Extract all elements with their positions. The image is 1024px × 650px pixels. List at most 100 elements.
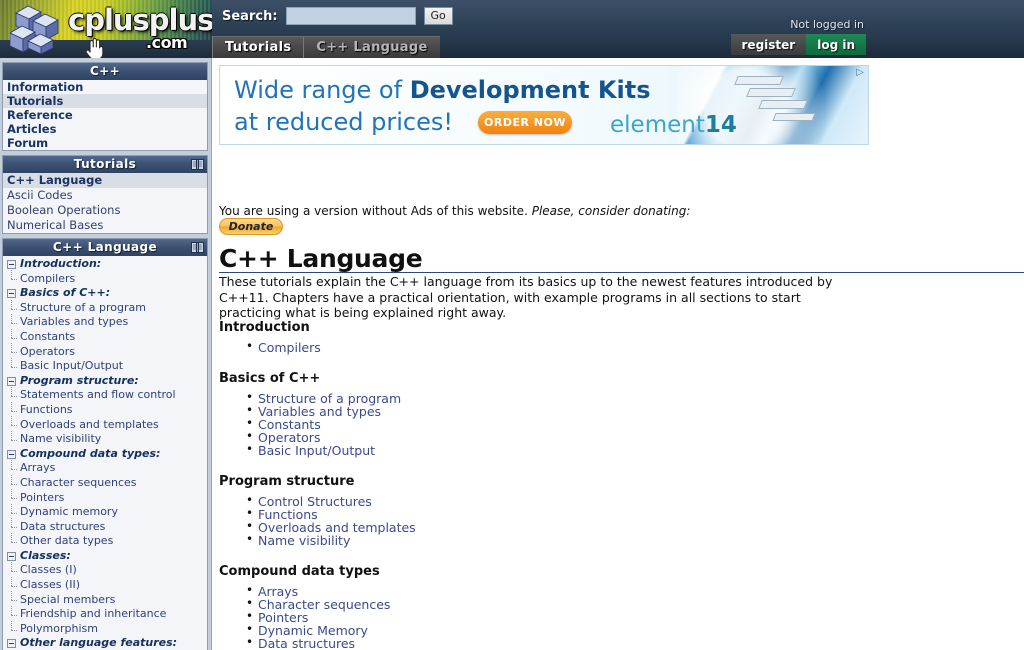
search-label: Search: [222, 8, 278, 24]
tree-leaf-other-data-types[interactable]: Other data types [3, 533, 207, 549]
tree-node-label: Compound data types: [20, 446, 161, 460]
tree-collapse-icon[interactable] [7, 639, 16, 649]
tree-node-label: Program structure: [20, 373, 139, 387]
tutorial-link-basic-input-output[interactable]: Basic Input/Output [258, 443, 375, 458]
cube-logo-icon [10, 5, 59, 54]
tree-branch-line-icon [7, 314, 17, 327]
login-status-text: Not logged in [790, 18, 864, 31]
tree-node-label: Basics of C++: [20, 286, 111, 300]
tutorials-panel: Tutorials C++ Language Ascii Codes Boolean… [2, 155, 208, 234]
book-icon[interactable] [191, 158, 204, 171]
tree-leaf-structure-of-a-program[interactable]: Structure of a program [3, 299, 207, 316]
title-divider [219, 272, 1024, 273]
tree-branch-line-icon [7, 503, 17, 517]
cpp-language-tree: Introduction: Compilers Basics of C++: Stru… [3, 256, 207, 650]
tree-node-label: Structure of a program [20, 300, 146, 314]
advertisement-banner[interactable]: Wide range of Development Kits at reduce… [219, 65, 869, 145]
tree-collapse-icon[interactable] [7, 376, 16, 386]
donate-button[interactable]: Donate [219, 218, 283, 235]
tree-collapse-icon[interactable] [7, 449, 16, 459]
tree-leaf-polymorphism[interactable]: Polymorphism [3, 620, 207, 637]
tree-leaf-operators[interactable]: Operators [3, 343, 207, 360]
site-logo[interactable]: cplusplus .com [0, 0, 212, 58]
section-heading-basics-of-c-: Basics of C++ [219, 371, 321, 386]
tree-leaf-statements-and-flow-control[interactable]: Statements and flow control [3, 387, 207, 403]
tree-leaf-basic-input-output[interactable]: Basic Input/Output [3, 357, 207, 374]
tree-node-label: Pointers [20, 490, 65, 504]
tree-branch-line-icon [7, 474, 17, 488]
tree-group-compound-data-types[interactable]: Compound data types: [3, 447, 207, 462]
tree-leaf-friendship-and-inheritance[interactable]: Friendship and inheritance [3, 606, 207, 622]
tree-collapse-icon[interactable] [7, 288, 16, 298]
tree-leaf-special-members[interactable]: Special members [3, 591, 207, 608]
tutorials-item-ascii-codes[interactable]: Ascii Codes [3, 188, 207, 203]
tree-node-label: Operators [20, 344, 75, 358]
auth-button-group: register log in [730, 34, 866, 55]
tree-leaf-functions[interactable]: Functions [3, 401, 207, 418]
cpp-language-tree-panel: C++ Language Introduction: Compilers Basic… [2, 238, 208, 650]
tree-group-basics-of-c[interactable]: Basics of C++: [3, 286, 207, 301]
tutorial-link-compilers[interactable]: Compilers [258, 340, 321, 355]
tree-leaf-classes-ii[interactable]: Classes (II) [3, 576, 207, 593]
sidebar-item-information[interactable]: Information [3, 80, 207, 94]
tree-collapse-icon[interactable] [7, 551, 16, 561]
tutorials-item-numerical-bases[interactable]: Numerical Bases [3, 218, 207, 233]
list-item: Variables and types [246, 404, 859, 418]
sidebar-item-reference[interactable]: Reference [3, 108, 207, 122]
tree-leaf-pointers[interactable]: Pointers [3, 489, 207, 506]
tree-leaf-classes-i[interactable]: Classes (I) [3, 562, 207, 578]
tutorials-item-boolean-operations[interactable]: Boolean Operations [3, 203, 207, 218]
ad-info-icon[interactable]: ▷ [854, 67, 866, 78]
sidebar-item-articles[interactable]: Articles [3, 122, 207, 136]
search-bar: Search: Go [222, 5, 453, 27]
search-go-button[interactable]: Go [423, 7, 453, 25]
cpp-section-panel: C++ Information Tutorials Reference Article… [2, 62, 208, 151]
tree-node-label: Other data types [20, 534, 114, 548]
tree-leaf-compilers[interactable]: Compilers [3, 270, 207, 287]
book-icon[interactable] [191, 241, 204, 254]
tree-collapse-icon[interactable] [7, 259, 16, 269]
tree-leaf-character-sequences[interactable]: Character sequences [3, 474, 207, 491]
tree-leaf-variables-and-types[interactable]: Variables and types [3, 314, 207, 330]
ad-headline-plain: Wide range of [234, 76, 410, 104]
tree-branch-line-icon [7, 401, 17, 415]
login-button[interactable]: log in [806, 34, 866, 55]
tree-leaf-dynamic-memory[interactable]: Dynamic memory [3, 503, 207, 520]
tree-leaf-name-visibility[interactable]: Name visibility [3, 430, 207, 447]
tree-node-label: Arrays [20, 461, 56, 475]
sidebar-item-forum[interactable]: Forum [3, 136, 207, 150]
ad-order-now-button[interactable]: ORDER NOW [478, 111, 572, 134]
tree-group-other-language-features[interactable]: Other language features: [3, 636, 207, 650]
tree-branch-line-icon [7, 606, 17, 619]
tab-cpp-language[interactable]: C++ Language [303, 36, 440, 58]
tree-node-label: Special members [20, 592, 116, 606]
tree-node-label: Friendship and inheritance [20, 607, 167, 621]
tree-node-label: Functions [20, 402, 73, 416]
register-button[interactable]: register [730, 34, 807, 55]
tree-group-program-structure[interactable]: Program structure: [3, 374, 207, 389]
tab-tutorials[interactable]: Tutorials [212, 36, 304, 58]
tree-leaf-arrays[interactable]: Arrays [3, 460, 207, 476]
nav-tabbar: Tutorials C++ Language [212, 33, 440, 58]
tutorials-item-c-language[interactable]: C++ Language [3, 173, 207, 188]
tree-node-label: Introduction: [20, 257, 102, 270]
tree-node-label: Compilers [20, 271, 76, 285]
ad-brand-logo: element14 [610, 112, 737, 138]
tree-group-classes[interactable]: Classes: [3, 549, 207, 564]
tree-branch-line-icon [7, 518, 17, 531]
tree-node-label: Basic Input/Output [20, 359, 124, 373]
tree-group-introduction[interactable]: Introduction: [3, 257, 207, 272]
tree-leaf-data-structures[interactable]: Data structures [3, 518, 207, 535]
tutorial-link-data-structures[interactable]: Data structures [258, 636, 355, 650]
tree-leaf-overloads-and-templates[interactable]: Overloads and templates [3, 416, 207, 433]
tree-node-label: Statements and flow control [20, 388, 176, 402]
section-heading-program-structure: Program structure [219, 474, 355, 489]
ad-headline-line2: at reduced prices! [234, 108, 453, 136]
tree-leaf-constants[interactable]: Constants [3, 328, 207, 345]
tree-branch-line-icon [7, 460, 17, 473]
search-input[interactable] [285, 7, 416, 25]
sidebar-item-tutorials[interactable]: Tutorials [3, 94, 207, 108]
tree-branch-line-icon [7, 591, 17, 604]
tutorial-link-name-visibility[interactable]: Name visibility [258, 533, 350, 548]
donate-note-italic: Please, consider donating: [531, 204, 691, 218]
